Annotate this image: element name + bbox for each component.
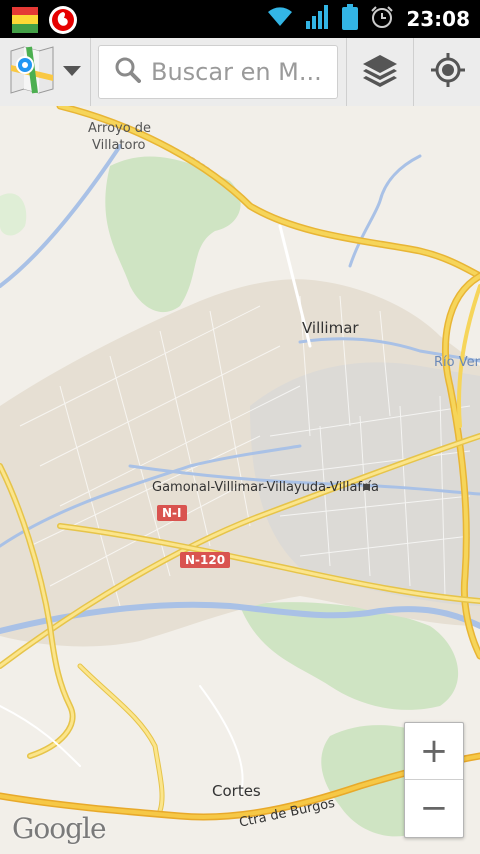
zoom-in-button[interactable]: + xyxy=(405,723,463,779)
road-shield-n1: N-I xyxy=(157,505,187,521)
search-icon xyxy=(115,57,141,87)
action-bar xyxy=(0,38,480,107)
signal-icon xyxy=(306,5,330,33)
clock-time: 23:08 xyxy=(406,7,470,31)
layers-icon xyxy=(361,53,399,91)
battery-icon xyxy=(342,4,359,34)
zoom-out-button[interactable]: − xyxy=(405,779,463,836)
label-cortes: Cortes xyxy=(212,782,261,800)
my-location-button[interactable] xyxy=(413,38,480,106)
search-input[interactable] xyxy=(149,57,333,87)
road-shield-n120: N-120 xyxy=(180,552,231,568)
my-location-icon xyxy=(430,53,465,91)
label-gamonal: Gamonal-Villimar-Villayuda-Villafría xyxy=(152,480,379,495)
poi-marker-icon xyxy=(364,484,370,490)
label-villimar: Villimar xyxy=(302,319,359,337)
app-notification-icon xyxy=(12,7,38,37)
google-logo: Google xyxy=(12,812,107,845)
vodafone-icon xyxy=(48,5,78,39)
map-view[interactable]: Arroyo de Villatoro Villimar Río Vena Ga… xyxy=(0,106,480,854)
status-bar: 23:08 xyxy=(0,0,480,38)
wifi-icon xyxy=(266,6,294,32)
label-rio-vena: Río Vena xyxy=(434,355,480,370)
alarm-icon xyxy=(370,5,394,33)
dropdown-arrow-icon xyxy=(63,63,81,82)
search-box[interactable] xyxy=(98,45,338,99)
maps-app-icon xyxy=(9,45,55,99)
label-arroyo-line1: Arroyo de xyxy=(88,121,152,136)
layers-button[interactable] xyxy=(346,38,413,106)
zoom-controls: + − xyxy=(404,722,464,838)
app-menu-button[interactable] xyxy=(0,38,91,106)
label-arroyo-line2: Villatoro xyxy=(92,138,146,153)
